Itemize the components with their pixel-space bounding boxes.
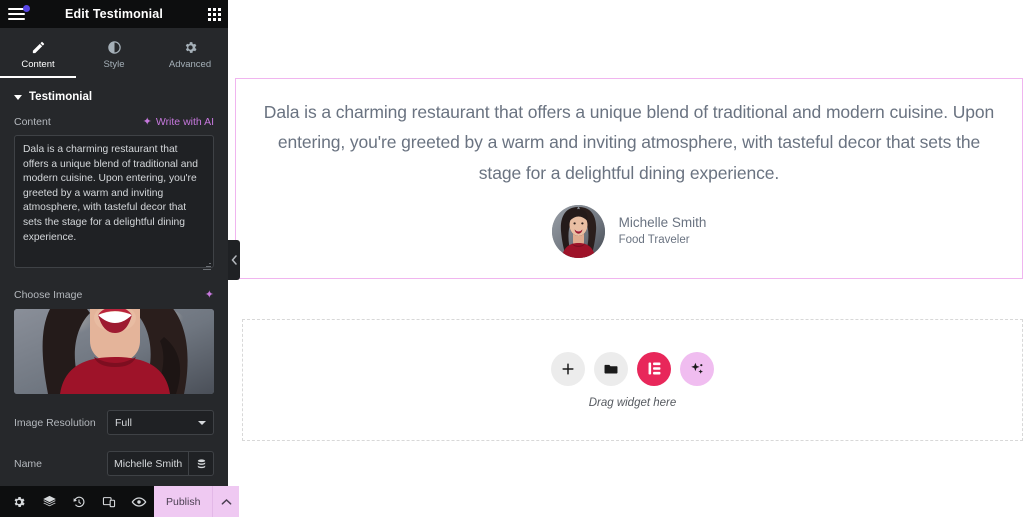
- sparkle-icon: ✦: [142, 115, 152, 128]
- dropzone-buttons: [551, 351, 714, 386]
- sparkle-icon[interactable]: ✦: [205, 289, 214, 301]
- tab-style[interactable]: Style: [76, 28, 152, 78]
- ai-generate-button[interactable]: [680, 351, 714, 386]
- image-resolution-row: Image Resolution Full: [14, 410, 214, 435]
- plus-icon: [562, 362, 574, 375]
- avatar-image: [551, 205, 605, 259]
- page-title: Edit Testimonial: [64, 7, 163, 21]
- hamburger-icon[interactable]: [7, 5, 30, 22]
- image-resolution-value: Full: [115, 416, 132, 429]
- panel-collapse-handle[interactable]: [228, 240, 240, 280]
- grid-icon[interactable]: [208, 7, 221, 21]
- navigator-button[interactable]: [34, 486, 64, 517]
- choose-image-header: Choose Image ✦: [14, 289, 214, 301]
- canvas-preview: Dala is a charming restaurant that offer…: [228, 0, 1035, 517]
- preview-button[interactable]: [124, 486, 154, 517]
- folder-icon: [604, 364, 618, 373]
- elementor-editor: Edit Testimonial Content Style Advanced …: [0, 0, 1035, 517]
- settings-button[interactable]: [4, 486, 34, 517]
- contrast-icon: [107, 40, 121, 54]
- publish-button[interactable]: Publish: [154, 486, 240, 517]
- chevron-down-icon: [198, 420, 206, 425]
- elementor-ai-button[interactable]: [637, 351, 671, 386]
- content-label: Content: [14, 116, 51, 128]
- panel-tabs: Content Style Advanced: [0, 28, 228, 78]
- database-icon: [197, 458, 205, 468]
- name-input[interactable]: [107, 451, 188, 476]
- name-row: Name: [14, 451, 214, 476]
- content-control-header: Content ✦ Write with AI: [14, 116, 214, 128]
- section-testimonial[interactable]: Testimonial: [0, 78, 228, 116]
- tab-advanced-label: Advanced: [168, 58, 212, 70]
- history-button[interactable]: [64, 486, 94, 517]
- publish-label: Publish: [166, 495, 201, 508]
- testimonial-quote: Dala is a charming restaurant that offer…: [263, 102, 995, 183]
- notification-dot: [23, 5, 30, 12]
- author-role: Food Traveler: [618, 234, 690, 247]
- gear-icon: [185, 41, 196, 53]
- pencil-icon: [32, 41, 44, 53]
- panel-footer: Publish: [0, 486, 240, 517]
- write-with-ai-label: Write with AI: [155, 116, 214, 128]
- settings-icon: [14, 496, 25, 507]
- tab-content[interactable]: Content: [0, 28, 76, 78]
- history-icon: [73, 496, 85, 507]
- image-resolution-label: Image Resolution: [14, 416, 96, 429]
- tab-content-label: Content: [21, 58, 55, 70]
- content-textarea[interactable]: [14, 135, 214, 268]
- footer-icon-group: [0, 486, 154, 517]
- add-element-button[interactable]: [551, 351, 585, 386]
- tab-style-label: Style: [103, 58, 125, 70]
- add-template-button[interactable]: [594, 351, 628, 386]
- image-thumbnail[interactable]: [14, 309, 214, 394]
- chevron-up-icon: [221, 498, 232, 505]
- elementor-logo-icon: [648, 362, 660, 375]
- dropzone-hint: Drag widget here: [588, 396, 677, 409]
- responsive-mode-icon: [102, 496, 116, 507]
- write-with-ai-button[interactable]: ✦ Write with AI: [143, 116, 214, 128]
- navigator-icon: [42, 495, 56, 507]
- name-input-group: [107, 451, 214, 476]
- chevron-left-icon: [231, 255, 237, 265]
- widget-dropzone[interactable]: Drag widget here: [242, 319, 1023, 441]
- choose-image-label: Choose Image: [14, 289, 83, 301]
- panel-body: Testimonial Content ✦ Write with AI Choo…: [0, 78, 228, 486]
- portrait-thumbnail-image: [14, 309, 214, 394]
- preview-icon: [131, 496, 147, 507]
- image-resolution-select[interactable]: Full: [107, 410, 214, 435]
- testimonial-author: Michelle Smith Food Traveler: [258, 205, 1000, 259]
- avatar: [551, 205, 605, 259]
- author-text: Michelle Smith Food Traveler: [619, 215, 707, 248]
- content-textarea-wrapper: [14, 135, 214, 273]
- author-name: Michelle Smith: [618, 215, 707, 231]
- chevron-down-icon: [14, 94, 22, 100]
- testimonial-widget[interactable]: Dala is a charming restaurant that offer…: [235, 78, 1023, 280]
- publish-options-button[interactable]: [212, 486, 239, 517]
- tab-advanced[interactable]: Advanced: [152, 28, 228, 78]
- section-title: Testimonial: [29, 91, 93, 103]
- editor-panel: Edit Testimonial Content Style Advanced …: [0, 0, 240, 517]
- responsive-mode-button[interactable]: [94, 486, 124, 517]
- sparkle-icon: [691, 362, 703, 374]
- panel-header: Edit Testimonial: [0, 0, 228, 28]
- dynamic-tags-button[interactable]: [188, 451, 214, 476]
- content-control: Content ✦ Write with AI Choose Image ✦: [0, 116, 228, 476]
- name-label: Name: [14, 457, 43, 470]
